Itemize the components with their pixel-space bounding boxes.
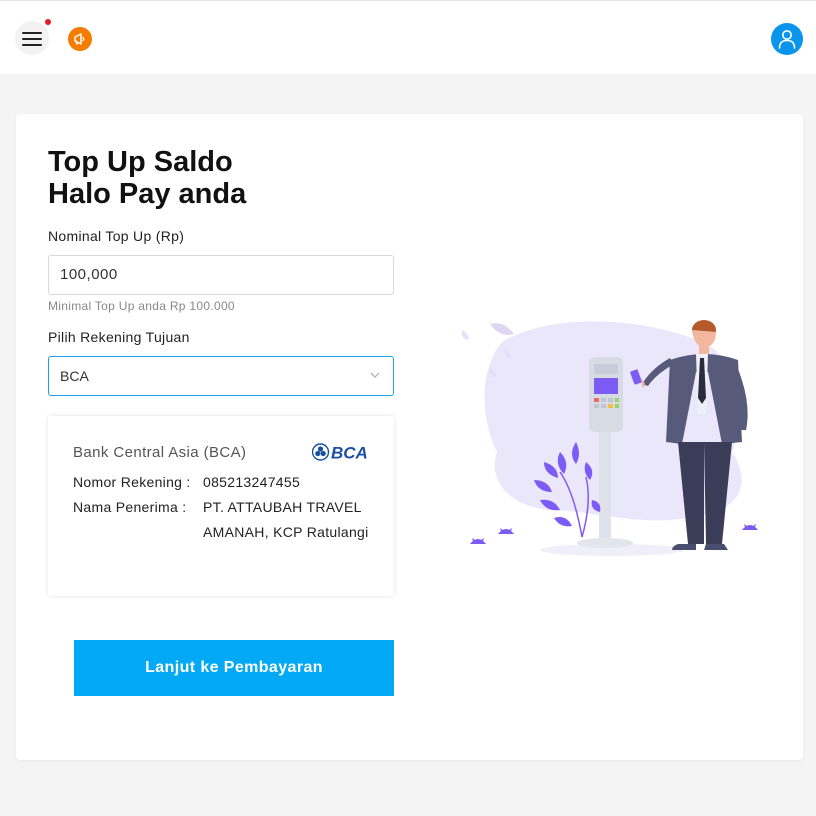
promo-button[interactable] bbox=[68, 27, 92, 51]
bca-logo-text: BCA bbox=[331, 444, 368, 463]
megaphone-icon bbox=[74, 33, 85, 45]
page-title: Top Up Saldo Halo Pay anda bbox=[48, 146, 246, 210]
user-icon bbox=[778, 30, 796, 49]
account-number-value: 085213247455 bbox=[203, 474, 301, 490]
hamburger-menu-icon-bar bbox=[22, 44, 42, 46]
chevron-down-icon bbox=[370, 372, 380, 378]
menu-button[interactable] bbox=[15, 21, 49, 55]
rekening-selected-value: BCA bbox=[60, 368, 89, 384]
nominal-hint: Minimal Top Up anda Rp 100.000 bbox=[48, 299, 235, 313]
rekening-select[interactable]: BCA bbox=[48, 356, 394, 396]
top-navbar bbox=[0, 0, 816, 74]
recipient-value: PT. ATTAUBAH TRAVEL AMANAH, KCP Ratulang… bbox=[203, 499, 369, 540]
page-title-line2: Halo Pay anda bbox=[48, 178, 247, 210]
profile-button[interactable] bbox=[771, 23, 803, 55]
payment-illustration bbox=[461, 320, 758, 556]
hamburger-menu-icon bbox=[22, 32, 42, 34]
recipient-label: Nama Penerima : bbox=[73, 499, 187, 515]
hamburger-menu-icon-bar bbox=[22, 38, 42, 40]
bca-logo: BCA bbox=[312, 443, 368, 463]
rekening-label: Pilih Rekening Tujuan bbox=[48, 329, 190, 345]
nominal-input[interactable]: 100,000 bbox=[48, 255, 394, 295]
page-title-line1: Top Up Saldo bbox=[48, 146, 233, 178]
continue-payment-button[interactable]: Lanjut ke Pembayaran bbox=[74, 640, 394, 696]
bank-name: Bank Central Asia (BCA) bbox=[73, 444, 247, 461]
account-number-label: Nomor Rekening : bbox=[73, 474, 191, 490]
bank-info-card: Bank Central Asia (BCA) BCA Nomor Rekeni… bbox=[48, 416, 394, 596]
notification-dot bbox=[45, 19, 51, 25]
topup-card: Top Up Saldo Halo Pay anda Nominal Top U… bbox=[16, 114, 803, 760]
nominal-label: Nominal Top Up (Rp) bbox=[48, 228, 185, 244]
